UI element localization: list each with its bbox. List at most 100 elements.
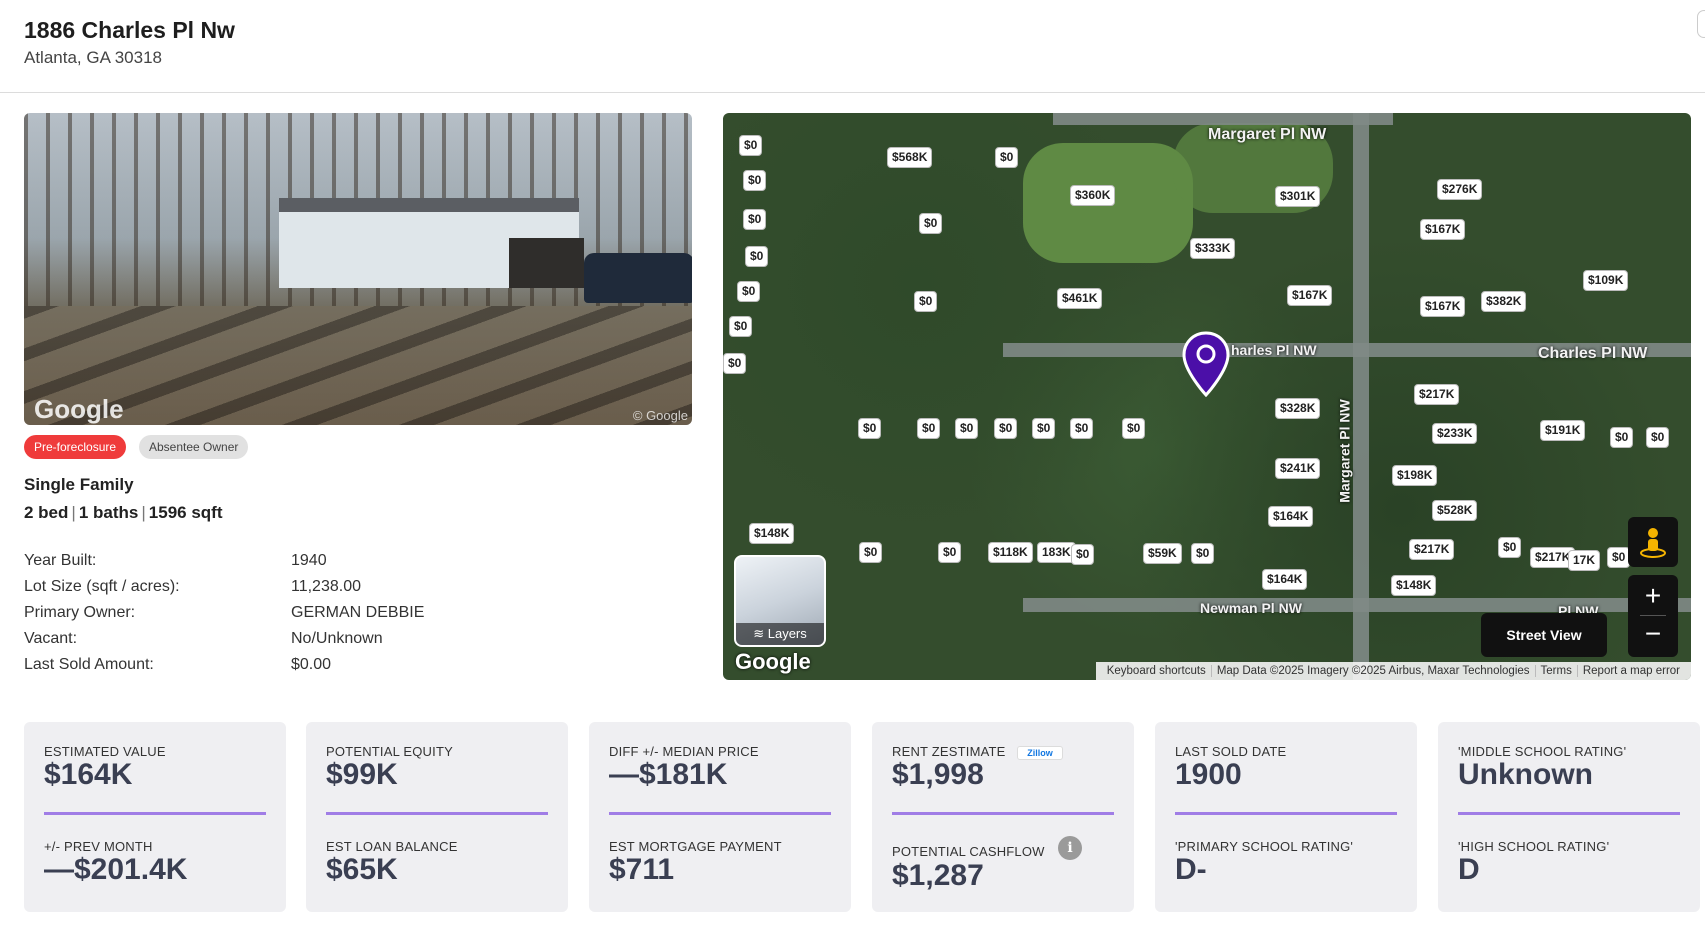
- price-label[interactable]: $0: [1122, 418, 1146, 439]
- zoom-in-button[interactable]: +: [1628, 579, 1678, 613]
- price-label[interactable]: $0: [994, 418, 1018, 439]
- report-error-link[interactable]: Report a map error: [1576, 665, 1685, 677]
- price-label[interactable]: $0: [917, 418, 941, 439]
- price-label[interactable]: $0: [995, 147, 1019, 168]
- fact-label: Lot Size (sqft / acres):: [24, 578, 180, 595]
- price-label[interactable]: $528K: [1432, 500, 1478, 521]
- price-label[interactable]: $148K: [1391, 575, 1437, 596]
- price-label[interactable]: $164K: [1262, 569, 1308, 590]
- metric-value: —$181K: [609, 758, 728, 791]
- price-label[interactable]: $0: [1032, 418, 1056, 439]
- metric-label: ESTIMATED VALUE: [44, 744, 166, 759]
- separator: |: [71, 503, 76, 522]
- price-label[interactable]: $0: [737, 281, 761, 302]
- price-label[interactable]: 183K: [1037, 542, 1076, 563]
- price-label[interactable]: $59K: [1143, 543, 1182, 564]
- metric-card-rent-zestimate: RENT ZESTIMATE Zillow $1,998 POTENTIAL C…: [872, 722, 1134, 912]
- layers-label: ≋ Layers: [736, 623, 824, 645]
- fact-value: 1940: [291, 552, 327, 569]
- metric-value: $711: [609, 853, 675, 886]
- accent-divider: [44, 812, 266, 815]
- zoom-controls: + −: [1628, 575, 1678, 657]
- layers-icon: ≋: [753, 626, 768, 641]
- price-label[interactable]: $0: [1498, 537, 1522, 558]
- price-label[interactable]: $0: [739, 135, 763, 156]
- metric-label: EST MORTGAGE PAYMENT: [609, 839, 782, 854]
- price-label[interactable]: $167K: [1420, 219, 1466, 240]
- price-label[interactable]: $241K: [1275, 458, 1321, 479]
- price-label[interactable]: $0: [955, 418, 979, 439]
- zillow-logo: Zillow: [1017, 746, 1063, 760]
- metric-value: 1900: [1175, 758, 1242, 791]
- fact-label: Last Sold Amount:: [24, 656, 154, 673]
- price-label[interactable]: $0: [858, 418, 882, 439]
- price-label[interactable]: $328K: [1275, 398, 1321, 419]
- price-label[interactable]: $0: [1071, 544, 1095, 565]
- price-label[interactable]: $0: [1070, 418, 1094, 439]
- price-label[interactable]: $0: [743, 170, 767, 191]
- price-label[interactable]: $333K: [1190, 238, 1236, 259]
- price-label[interactable]: $233K: [1432, 423, 1478, 444]
- price-label[interactable]: $276K: [1437, 179, 1483, 200]
- layers-button[interactable]: ≋ Layers: [734, 555, 826, 647]
- price-label[interactable]: $217K: [1409, 539, 1455, 560]
- price-label[interactable]: $0: [1646, 427, 1670, 448]
- price-label[interactable]: $0: [1610, 427, 1634, 448]
- price-label[interactable]: $382K: [1481, 291, 1527, 312]
- price-label[interactable]: $0: [723, 353, 747, 374]
- satellite-map[interactable]: Margaret Pl NW Charles Pl NW harles Pl N…: [723, 113, 1691, 680]
- photo-ground: [24, 306, 692, 425]
- price-label[interactable]: $360K: [1070, 185, 1116, 206]
- price-label[interactable]: $461K: [1057, 288, 1103, 309]
- price-label[interactable]: $0: [1607, 547, 1631, 568]
- metric-label: POTENTIAL EQUITY: [326, 744, 453, 759]
- metric-label: EST LOAN BALANCE: [326, 839, 458, 854]
- keyboard-shortcuts-link[interactable]: Keyboard shortcuts: [1102, 665, 1211, 677]
- map-pin-icon[interactable]: [1181, 331, 1231, 397]
- price-label[interactable]: $198K: [1392, 465, 1438, 486]
- page-header: 1886 Charles Pl Nw Atlanta, GA 30318: [0, 0, 1705, 93]
- price-label[interactable]: $301K: [1275, 186, 1321, 207]
- photo-garage: [509, 238, 584, 288]
- metric-label: 'MIDDLE SCHOOL RATING': [1458, 744, 1627, 759]
- baths: 1 baths: [78, 503, 139, 522]
- photo-truck: [584, 253, 692, 303]
- price-label[interactable]: $217K: [1414, 384, 1460, 405]
- property-photo[interactable]: Google © Google: [24, 113, 692, 425]
- terms-link[interactable]: Terms: [1534, 665, 1577, 677]
- metric-label: POTENTIAL CASHFLOW: [892, 844, 1045, 859]
- street-label: Margaret Pl NW: [1208, 126, 1327, 143]
- price-label[interactable]: $568K: [887, 147, 933, 168]
- separator: |: [141, 503, 146, 522]
- price-label[interactable]: $109K: [1583, 270, 1629, 291]
- price-label[interactable]: $0: [745, 246, 769, 267]
- pegman-icon[interactable]: [1628, 517, 1678, 567]
- price-label[interactable]: $0: [743, 209, 767, 230]
- price-label[interactable]: $0: [919, 213, 943, 234]
- price-label[interactable]: $167K: [1287, 285, 1333, 306]
- street-view-button[interactable]: Street View: [1481, 613, 1607, 657]
- fact-row: Primary Owner: GERMAN DEBBIE: [24, 604, 692, 630]
- info-icon[interactable]: i: [1058, 836, 1082, 860]
- metric-label: 'PRIMARY SCHOOL RATING': [1175, 839, 1354, 854]
- price-label[interactable]: $191K: [1540, 420, 1586, 441]
- zoom-out-button[interactable]: −: [1628, 617, 1678, 651]
- metric-value: $1,287: [892, 859, 984, 892]
- price-label[interactable]: $0: [1191, 543, 1215, 564]
- price-label[interactable]: $0: [914, 291, 938, 312]
- price-label[interactable]: $118K: [988, 542, 1033, 563]
- price-label[interactable]: $148K: [749, 523, 795, 544]
- photo-google-watermark: Google: [34, 394, 124, 424]
- metric-value: $1,998: [892, 758, 984, 791]
- street-label: harles Pl NW: [1231, 342, 1317, 358]
- price-label[interactable]: 17K: [1568, 550, 1601, 571]
- map-data-credit: Map Data ©2025 Imagery ©2025 Airbus, Max…: [1210, 665, 1535, 677]
- price-label[interactable]: $0: [938, 542, 962, 563]
- price-label[interactable]: $167K: [1420, 296, 1466, 317]
- fact-row: Lot Size (sqft / acres): 11,238.00: [24, 578, 692, 604]
- close-handle[interactable]: [1697, 10, 1705, 38]
- price-label[interactable]: $0: [729, 316, 753, 337]
- price-label[interactable]: $0: [859, 542, 883, 563]
- metric-cards: ESTIMATED VALUE $164K +/- PREV MONTH —$2…: [24, 722, 1700, 912]
- price-label[interactable]: $164K: [1268, 506, 1314, 527]
